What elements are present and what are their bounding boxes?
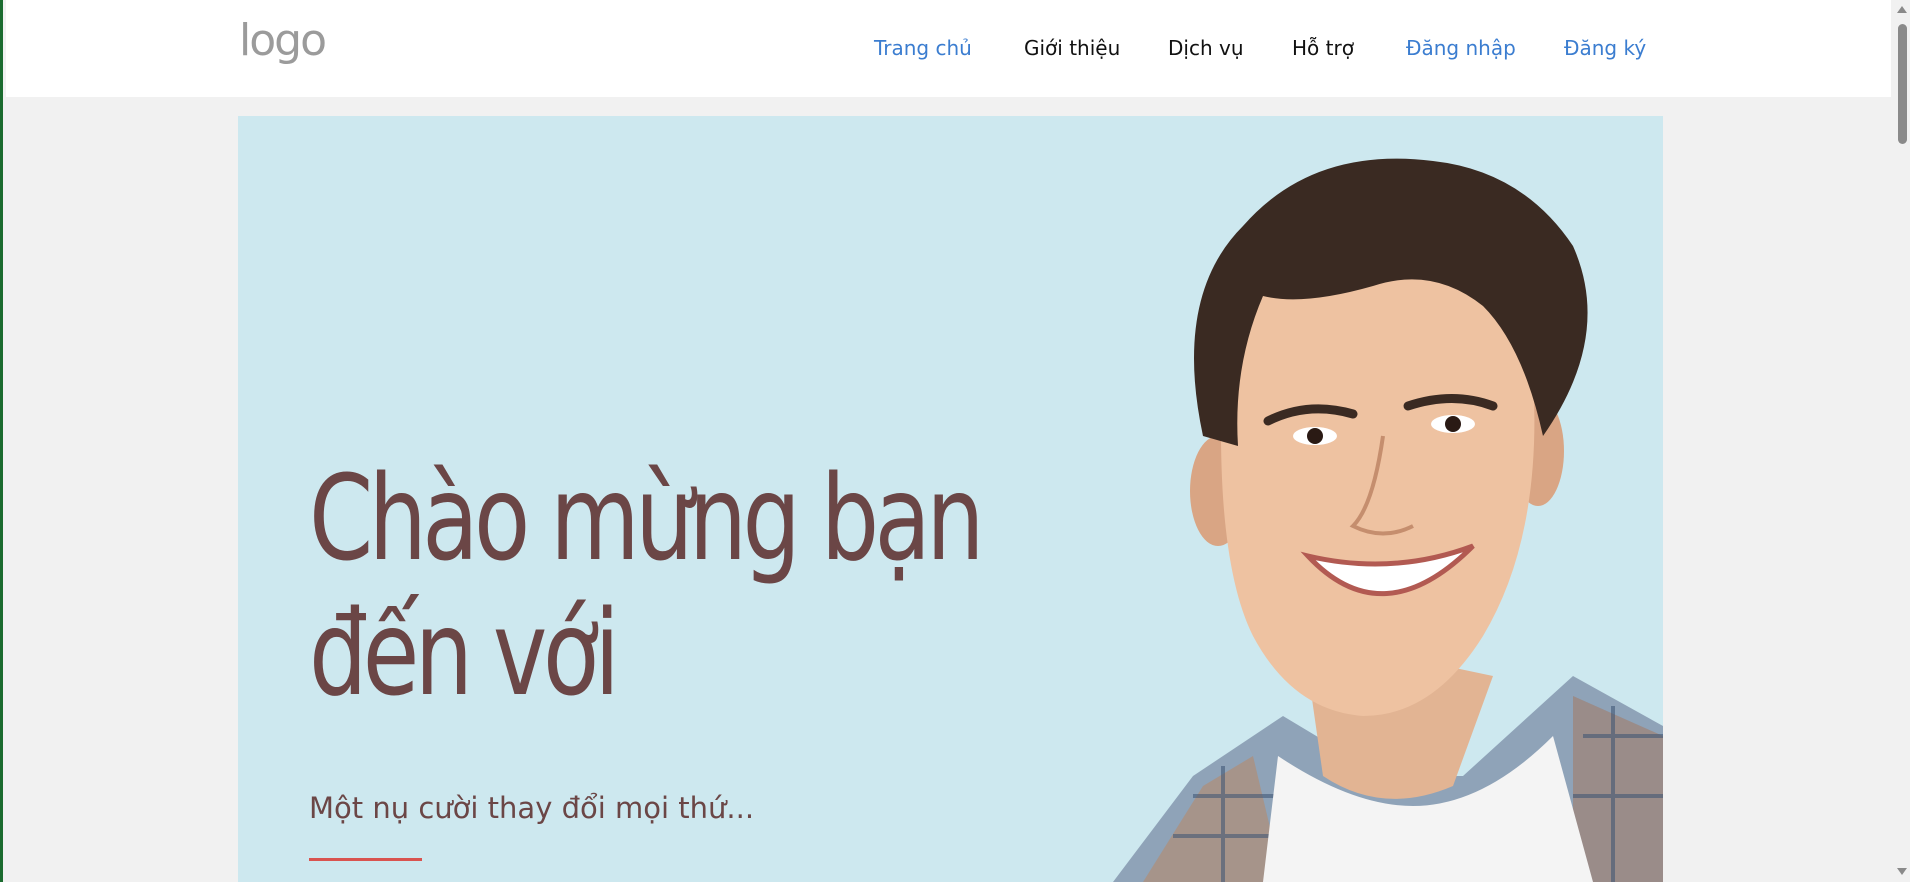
nav-link-login[interactable]: Đăng nhập bbox=[1406, 36, 1516, 60]
hero-underline-divider bbox=[309, 858, 422, 861]
nav-link-register[interactable]: Đăng ký bbox=[1564, 36, 1646, 60]
scroll-up-arrow-icon[interactable] bbox=[1897, 6, 1907, 13]
nav-link-services[interactable]: Dịch vụ bbox=[1168, 36, 1244, 60]
vertical-scrollbar[interactable] bbox=[1891, 0, 1910, 882]
smiling-young-man-photo bbox=[1113, 158, 1663, 882]
hero-title: Chào mừng bạn đến với bbox=[309, 449, 985, 722]
scroll-down-arrow-icon[interactable] bbox=[1897, 868, 1907, 875]
hero-title-line-1: Chào mừng bạn bbox=[309, 449, 985, 587]
nav-link-support[interactable]: Hỗ trợ bbox=[1292, 36, 1354, 60]
hero-banner: Chào mừng bạn đến với Một nụ cười thay đ… bbox=[238, 116, 1663, 882]
hero-title-line-2: đến với bbox=[309, 584, 620, 722]
site-logo[interactable]: logo bbox=[239, 19, 327, 63]
site-header: logo Trang chủ Giới thiệu Dịch vụ Hỗ trợ… bbox=[6, 0, 1891, 97]
scroll-thumb[interactable] bbox=[1898, 24, 1907, 144]
hero-subtitle: Một nụ cười thay đổi mọi thứ... bbox=[309, 791, 755, 825]
nav-link-home[interactable]: Trang chủ bbox=[874, 36, 972, 60]
nav-link-about[interactable]: Giới thiệu bbox=[1024, 36, 1120, 60]
browser-viewport: logo Trang chủ Giới thiệu Dịch vụ Hỗ trợ… bbox=[0, 0, 1910, 882]
